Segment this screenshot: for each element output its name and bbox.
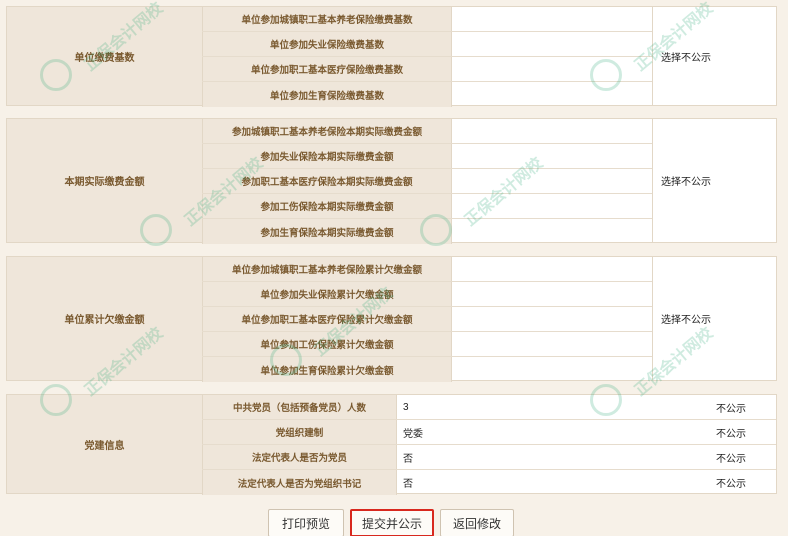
table-row: 单位参加城镇职工基本养老保险缴费基数 [202, 7, 652, 32]
print-preview-button[interactable]: 打印预览 [268, 509, 344, 536]
row-label: 参加生育保险本期实际缴费金额 [202, 219, 452, 244]
row-value [452, 332, 652, 356]
table-row: 单位参加工伤保险累计欠缴金额 [202, 332, 652, 357]
publicity-status[interactable]: 不公示 [716, 395, 776, 419]
table-row: 单位参加城镇职工基本养老保险累计欠缴金额 [202, 257, 652, 282]
table-row: 参加工伤保险本期实际缴费金额 [202, 194, 652, 219]
row-value [452, 257, 652, 281]
section-rows: 参加城镇职工基本养老保险本期实际缴费金额 参加失业保险本期实际缴费金额 参加职工… [202, 119, 652, 244]
table-row: 单位参加失业保险累计欠缴金额 [202, 282, 652, 307]
row-value: 3 [403, 401, 409, 413]
publicity-status[interactable]: 不公示 [716, 470, 776, 495]
table-row: 单位参加生育保险缴费基数 [202, 82, 652, 107]
section-label: 本期实际缴费金额 [7, 119, 202, 242]
row-label: 党组织建制 [202, 420, 397, 444]
section-label: 单位累计欠缴金额 [7, 257, 202, 380]
row-value [452, 144, 652, 168]
section-rows: 单位参加城镇职工基本养老保险缴费基数 单位参加失业保险缴费基数 单位参加职工基本… [202, 7, 652, 107]
section-rows: 单位参加城镇职工基本养老保险累计欠缴金额 单位参加失业保险累计欠缴金额 单位参加… [202, 257, 652, 382]
section-party-info: 党建信息 中共党员（包括预备党员）人数 3 不公示 党组织建制 党委 不公示 法… [6, 394, 777, 495]
row-label: 参加失业保险本期实际缴费金额 [202, 144, 452, 168]
row-label: 单位参加失业保险缴费基数 [202, 32, 452, 56]
table-row: 单位参加失业保险缴费基数 [202, 32, 652, 57]
publicity-option[interactable]: 选择不公示 [652, 119, 776, 242]
section-arrears: 单位累计欠缴金额 单位参加城镇职工基本养老保险累计欠缴金额 单位参加失业保险累计… [6, 256, 777, 382]
table-row: 单位参加生育保险累计欠缴金额 [202, 357, 652, 382]
row-value [452, 307, 652, 331]
row-label: 单位参加工伤保险累计欠缴金额 [202, 332, 452, 356]
table-row: 参加职工基本医疗保险本期实际缴费金额 [202, 169, 652, 194]
row-value [452, 169, 652, 193]
table-row: 党组织建制 党委 不公示 [202, 420, 776, 445]
table-row: 参加城镇职工基本养老保险本期实际缴费金额 [202, 119, 652, 144]
row-label: 参加城镇职工基本养老保险本期实际缴费金额 [202, 119, 452, 143]
table-row: 单位参加职工基本医疗保险缴费基数 [202, 57, 652, 82]
section-actual-payment: 本期实际缴费金额 参加城镇职工基本养老保险本期实际缴费金额 参加失业保险本期实际… [6, 118, 777, 244]
back-edit-button[interactable]: 返回修改 [440, 509, 514, 536]
publicity-option[interactable]: 选择不公示 [652, 7, 776, 105]
section-label: 党建信息 [7, 395, 202, 493]
row-value [452, 219, 652, 244]
row-value: 否 [403, 479, 413, 490]
row-label: 中共党员（包括预备党员）人数 [202, 395, 397, 419]
row-label: 单位参加城镇职工基本养老保险累计欠缴金额 [202, 257, 452, 281]
row-value [452, 32, 652, 56]
row-label: 单位参加职工基本医疗保险累计欠缴金额 [202, 307, 452, 331]
action-bar: 打印预览 提交并公示 返回修改 [0, 505, 788, 536]
row-value [452, 119, 652, 143]
table-row: 参加失业保险本期实际缴费金额 [202, 144, 652, 169]
row-label: 单位参加城镇职工基本养老保险缴费基数 [202, 7, 452, 31]
row-label: 参加职工基本医疗保险本期实际缴费金额 [202, 169, 452, 193]
table-row: 单位参加职工基本医疗保险累计欠缴金额 [202, 307, 652, 332]
row-value [452, 194, 652, 218]
publicity-status[interactable]: 不公示 [716, 420, 776, 444]
row-value [452, 57, 652, 81]
publicity-status[interactable]: 不公示 [716, 445, 776, 469]
row-label: 单位参加生育保险缴费基数 [202, 82, 452, 107]
row-label: 单位参加生育保险累计欠缴金额 [202, 357, 452, 382]
section-unit-base: 单位缴费基数 单位参加城镇职工基本养老保险缴费基数 单位参加失业保险缴费基数 单… [6, 6, 777, 107]
submit-publish-button[interactable]: 提交并公示 [350, 509, 434, 536]
table-row: 参加生育保险本期实际缴费金额 [202, 219, 652, 244]
row-label: 单位参加失业保险累计欠缴金额 [202, 282, 452, 306]
row-value [452, 282, 652, 306]
table-row: 法定代表人是否为党员 否 不公示 [202, 445, 776, 470]
row-value [452, 82, 652, 107]
table-row: 中共党员（包括预备党员）人数 3 不公示 [202, 395, 776, 420]
row-label: 法定代表人是否为党组织书记 [202, 470, 397, 495]
row-label: 单位参加职工基本医疗保险缴费基数 [202, 57, 452, 81]
row-value: 党委 [403, 428, 423, 440]
row-value: 否 [403, 453, 413, 465]
row-label: 参加工伤保险本期实际缴费金额 [202, 194, 452, 218]
row-value [452, 357, 652, 382]
section-label: 单位缴费基数 [7, 7, 202, 105]
table-row: 法定代表人是否为党组织书记 否 不公示 [202, 470, 776, 495]
row-label: 法定代表人是否为党员 [202, 445, 397, 469]
row-value [452, 7, 652, 31]
publicity-option[interactable]: 选择不公示 [652, 257, 776, 380]
